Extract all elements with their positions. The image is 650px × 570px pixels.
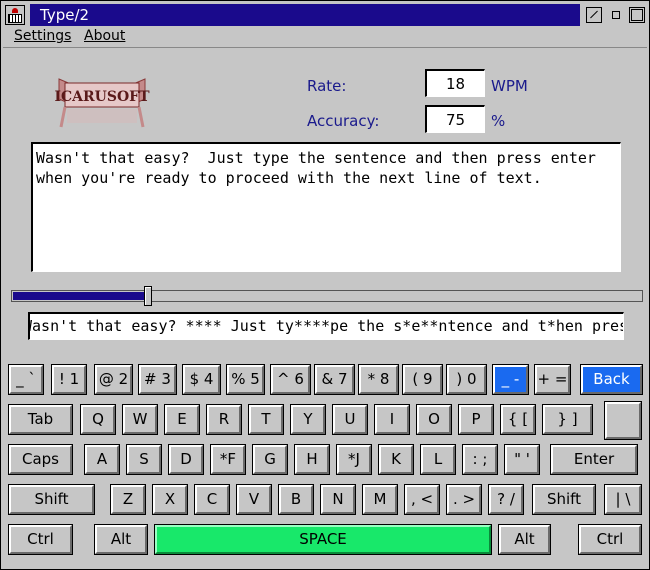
system-menu-icon[interactable] [5,5,25,25]
key-x-row4-2[interactable]: X [152,484,188,515]
minimize-icon[interactable] [608,7,624,23]
key-z-row4-1[interactable]: Z [110,484,146,515]
key-symbol-row2-11[interactable]: { [ [500,404,536,435]
key-k-row3-8[interactable]: K [378,444,414,475]
key-enter-row3-12[interactable]: Enter [550,444,638,475]
rate-label: Rate: [307,77,347,95]
key-n-row4-6[interactable]: N [320,484,356,515]
key-f-row3-4[interactable]: *F [210,444,246,475]
key-alt-row5-1[interactable]: Alt [94,524,148,555]
menu-about-label: About [84,28,126,44]
key-shift-row4-0[interactable]: Shift [8,484,95,515]
key-symbol-row1-0[interactable]: _ ` [8,364,44,395]
key-ctrl-row5-0[interactable]: Ctrl [8,524,73,555]
key-2-row1-2[interactable]: @ 2 [94,364,133,395]
key-blank-row2-13[interactable] [604,401,642,440]
menu-about[interactable]: About [84,28,125,44]
key-0-row1-10[interactable]: ) 0 [446,364,487,395]
key-symbol-row1-11[interactable]: _ - [492,364,529,395]
key-symbol-row4-8[interactable]: , < [404,484,440,515]
key-symbol-row2-12[interactable]: } ] [542,404,593,435]
accuracy-unit: % [491,112,506,130]
icarusoft-logo: ICARUSOFT [54,78,150,128]
typing-input[interactable]: Wasn't that easy? **** Just ty****pe the… [28,312,624,340]
key-4-row1-4[interactable]: $ 4 [182,364,221,395]
key-j-row3-7[interactable]: *J [336,444,372,475]
key-symbol-row4-12[interactable]: | \ [604,484,642,515]
key-w-row2-2[interactable]: W [122,404,158,435]
key-r-row2-4[interactable]: R [206,404,242,435]
key-3-row1-3[interactable]: # 3 [138,364,177,395]
menu-settings[interactable]: Settings [14,28,71,44]
key-t-row2-5[interactable]: T [248,404,284,435]
key-back-row1-13[interactable]: Back [580,364,643,395]
main-window: Type/2 Settings About ICARUSOFT Rate: 18… [0,0,650,570]
key-c-row4-3[interactable]: C [194,484,230,515]
title-bar[interactable]: Type/2 [3,4,647,26]
key-tab-row2-0[interactable]: Tab [8,404,73,435]
key-symbol-row4-10[interactable]: ? / [488,484,524,515]
progress-slider[interactable] [11,286,643,306]
key-v-row4-4[interactable]: V [236,484,272,515]
key-u-row2-7[interactable]: U [332,404,368,435]
lesson-text-area: Wasn't that easy? Just type the sentence… [31,142,621,272]
key-s-row3-2[interactable]: S [126,444,162,475]
key-symbol-row1-12[interactable]: + = [534,364,571,395]
key-7-row1-7[interactable]: & 7 [314,364,355,395]
key-d-row3-3[interactable]: D [168,444,204,475]
key-symbol-row4-9[interactable]: . > [446,484,482,515]
menu-bar: Settings About [3,27,647,48]
key-b-row4-5[interactable]: B [278,484,314,515]
key-5-row1-5[interactable]: % 5 [226,364,265,395]
key-space-row5-2[interactable]: SPACE [154,524,492,555]
progress-fill [13,292,145,300]
hide-window-icon[interactable] [586,7,602,23]
title-bar-fill[interactable]: Type/2 [30,4,580,26]
key-8-row1-8[interactable]: * 8 [358,364,399,395]
key-g-row3-5[interactable]: G [252,444,288,475]
accuracy-label: Accuracy: [307,112,380,130]
key-9-row1-9[interactable]: ( 9 [402,364,443,395]
accuracy-field: 75 [425,105,485,133]
key-y-row2-6[interactable]: Y [290,404,326,435]
maximize-icon[interactable] [629,7,645,23]
key-6-row1-6[interactable]: ^ 6 [270,364,311,395]
key-symbol-row3-11[interactable]: " ' [504,444,540,475]
key-q-row2-1[interactable]: Q [80,404,116,435]
key-p-row2-10[interactable]: P [458,404,494,435]
key-caps-row3-0[interactable]: Caps [8,444,73,475]
key-i-row2-8[interactable]: I [374,404,410,435]
key-symbol-row3-10[interactable]: : ; [462,444,498,475]
key-e-row2-3[interactable]: E [164,404,200,435]
typed-text: Wasn't that easy? **** Just ty****pe the… [28,317,624,335]
rate-unit: WPM [491,77,528,95]
logo-text: ICARUSOFT [54,89,150,105]
key-shift-row4-11[interactable]: Shift [532,484,596,515]
key-ctrl-row5-4[interactable]: Ctrl [578,524,642,555]
key-1-row1-1[interactable]: ! 1 [51,364,87,395]
key-a-row3-1[interactable]: A [84,444,120,475]
progress-thumb[interactable] [144,286,152,306]
menu-settings-label: Settings [14,28,72,44]
rate-value: 18 [445,75,466,93]
key-m-row4-7[interactable]: M [362,484,398,515]
key-h-row3-6[interactable]: H [294,444,330,475]
key-o-row2-9[interactable]: O [416,404,452,435]
rate-field: 18 [425,69,485,97]
window-title: Type/2 [40,6,90,24]
accuracy-value: 75 [445,111,466,129]
key-l-row3-9[interactable]: L [420,444,456,475]
key-alt-row5-3[interactable]: Alt [498,524,551,555]
